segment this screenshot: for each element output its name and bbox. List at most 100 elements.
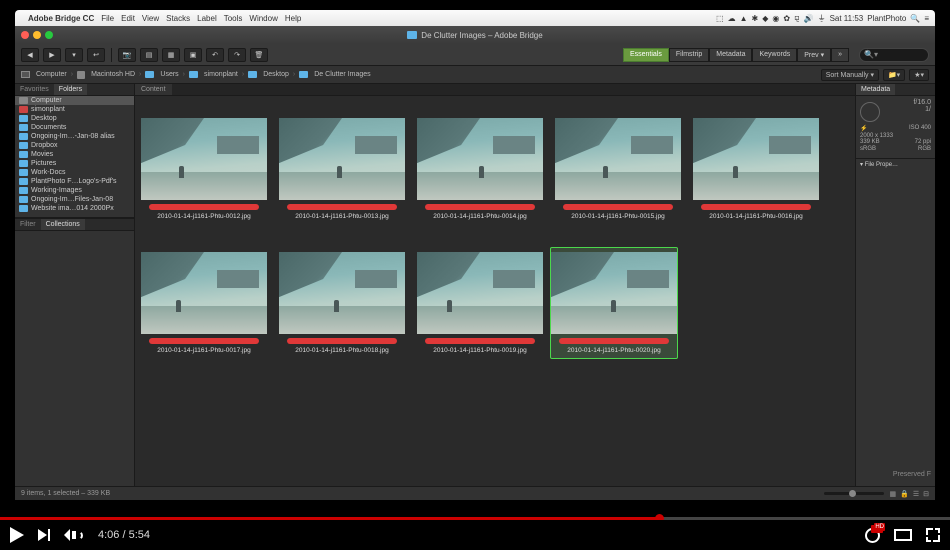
wifi-icon[interactable]: ⏚ [818, 13, 826, 24]
thumbnail[interactable]: 2010-01-14-j1161-Phtu-0015.jpg [555, 118, 681, 220]
crumb-computer[interactable]: Computer [36, 71, 67, 78]
menu-edit[interactable]: Edit [121, 14, 135, 23]
menu-tools[interactable]: Tools [224, 14, 243, 23]
filter-button[interactable]: ★▾ [909, 69, 929, 81]
sidebar-item[interactable]: Ongoing-Im…-Jan-08 alias [15, 132, 134, 141]
evernote-icon[interactable]: ✱ [752, 14, 759, 23]
sidebar-item[interactable]: Work-Docs [15, 168, 134, 177]
workspace-prev[interactable]: Prev ▾ [797, 48, 831, 62]
menubar-user[interactable]: PlantPhoto [867, 14, 906, 23]
crumb-users[interactable]: Users [160, 71, 178, 78]
search-field[interactable]: 🔍▾ [859, 48, 929, 62]
forward-button[interactable]: ▶ [43, 48, 61, 62]
menu-label[interactable]: Label [197, 14, 217, 23]
sidebar-item[interactable]: Documents [15, 123, 134, 132]
camera-button[interactable]: 📷 [118, 48, 136, 62]
workspace-filmstrip[interactable]: Filmstrip [669, 48, 709, 62]
crumb-current[interactable]: De Clutter Images [314, 71, 370, 78]
menubar-clock[interactable]: Sat 11:53 [830, 14, 864, 23]
folder-icon [19, 124, 28, 131]
workspace-keywords[interactable]: Keywords [752, 48, 797, 62]
reject-label-bar [149, 204, 259, 210]
sidebar-item[interactable]: Desktop [15, 114, 134, 123]
output-button[interactable]: ▦ [162, 48, 180, 62]
menu-stacks[interactable]: Stacks [166, 14, 190, 23]
disk-icon [77, 71, 85, 79]
workspace-metadata[interactable]: Metadata [709, 48, 752, 62]
workspace-essentials[interactable]: Essentials [623, 48, 669, 62]
sidebar-item[interactable]: Website ima…014 2000Px [15, 204, 134, 213]
sidebar-item[interactable]: Movies [15, 150, 134, 159]
content-tab[interactable]: Content [135, 84, 172, 95]
fullscreen-button[interactable] [926, 528, 940, 542]
notif-icon[interactable]: ◆ [762, 14, 768, 23]
menubar-app-name[interactable]: Adobe Bridge CC [28, 14, 94, 23]
trash-button[interactable]: 🗑 [250, 48, 268, 62]
volume-button[interactable] [64, 529, 84, 541]
sidebar-item[interactable]: Working-Images [15, 186, 134, 195]
rotate-ccw-button[interactable]: ↶ [206, 48, 224, 62]
thumbnail[interactable]: 2010-01-14-j1161-Phtu-0012.jpg [141, 118, 267, 220]
sidebar-item[interactable]: Pictures [15, 159, 134, 168]
workspace-switcher: Essentials Filmstrip Metadata Keywords P… [623, 48, 849, 62]
settings-button[interactable]: HD [865, 528, 880, 543]
menu-window[interactable]: Window [249, 14, 277, 23]
thumbnail-filename: 2010-01-14-j1161-Phtu-0016.jpg [709, 213, 802, 220]
sidebar-item[interactable]: simonplant [15, 105, 134, 114]
thumbnail-filename: 2010-01-14-j1161-Phtu-0015.jpg [571, 213, 664, 220]
refine-button[interactable]: ▤ [140, 48, 158, 62]
thumbnail[interactable]: 2010-01-14-j1161-Phtu-0016.jpg [693, 118, 819, 220]
tab-filter[interactable]: Filter [15, 219, 41, 230]
workspace-more[interactable]: » [831, 48, 849, 62]
thumbnail[interactable]: 2010-01-14-j1161-Phtu-0017.jpg [141, 252, 267, 354]
thumbnail[interactable]: 2010-01-14-j1161-Phtu-0014.jpg [417, 118, 543, 220]
sync-icon[interactable]: ▲ [740, 14, 748, 23]
rotate-cw-button[interactable]: ↷ [228, 48, 246, 62]
section-file-properties[interactable]: ▾ File Prope… [860, 162, 898, 168]
zoom-window-button[interactable] [45, 31, 53, 39]
next-button[interactable] [38, 529, 50, 541]
open-button[interactable]: ▣ [184, 48, 202, 62]
thumbnail[interactable]: 2010-01-14-j1161-Phtu-0013.jpg [279, 118, 405, 220]
dropbox-icon[interactable]: ⬚ [716, 14, 724, 23]
thumbnail[interactable]: 2010-01-14-j1161-Phtu-0019.jpg [417, 252, 543, 354]
menu-view[interactable]: View [142, 14, 159, 23]
spotlight-icon[interactable]: 🔍 [910, 14, 920, 23]
thumbnail-size-slider[interactable] [824, 492, 884, 495]
sidebar-item[interactable]: Computer [15, 96, 134, 105]
crumb-hd[interactable]: Macintosh HD [91, 71, 135, 78]
bluetooth-icon[interactable]: ⚼ [794, 13, 800, 23]
minimize-window-button[interactable] [33, 31, 41, 39]
tab-collections[interactable]: Collections [41, 219, 85, 230]
tab-folders[interactable]: Folders [54, 84, 87, 95]
close-window-button[interactable] [21, 31, 29, 39]
folder-icon [19, 142, 28, 149]
view-list-button[interactable]: ☰ [913, 490, 919, 498]
theater-mode-button[interactable] [894, 529, 912, 541]
reveal-button[interactable]: ▾ [65, 48, 83, 62]
back-button[interactable]: ◀ [21, 48, 39, 62]
sort-dropdown[interactable]: Sort Manually ▾ [821, 69, 879, 81]
util-icon[interactable]: ✿ [783, 14, 790, 23]
sidebar-item[interactable]: Dropbox [15, 141, 134, 150]
sidebar-item[interactable]: Ongoing-Im…Files-Jan-08 [15, 195, 134, 204]
menu-file[interactable]: File [101, 14, 114, 23]
new-folder-button[interactable]: 📁▾ [883, 69, 905, 81]
sidebar-item[interactable]: PlantPhoto F…Logo's-Pdf's [15, 177, 134, 186]
thumbnail[interactable]: 2010-01-14-j1161-Phtu-0018.jpg [279, 252, 405, 354]
crumb-desktop[interactable]: Desktop [263, 71, 289, 78]
play-button[interactable] [10, 527, 24, 543]
cloud-icon[interactable]: ☁ [728, 14, 736, 23]
view-lock-button[interactable]: 🔒 [900, 490, 909, 498]
tab-metadata[interactable]: Metadata [856, 84, 895, 95]
boomerang-button[interactable]: ↩ [87, 48, 105, 62]
cc-icon[interactable]: ◉ [772, 14, 779, 23]
crumb-user[interactable]: simonplant [204, 71, 238, 78]
tab-favorites[interactable]: Favorites [15, 84, 54, 95]
view-details-button[interactable]: ⊟ [923, 490, 929, 498]
view-grid-button[interactable]: ▦ [890, 490, 897, 498]
thumbnail[interactable]: 2010-01-14-j1161-Phtu-0020.jpg [551, 248, 677, 358]
menu-help[interactable]: Help [285, 14, 301, 23]
volume-icon[interactable]: 🔊 [804, 14, 814, 23]
notification-center-icon[interactable]: ≡ [924, 14, 929, 23]
